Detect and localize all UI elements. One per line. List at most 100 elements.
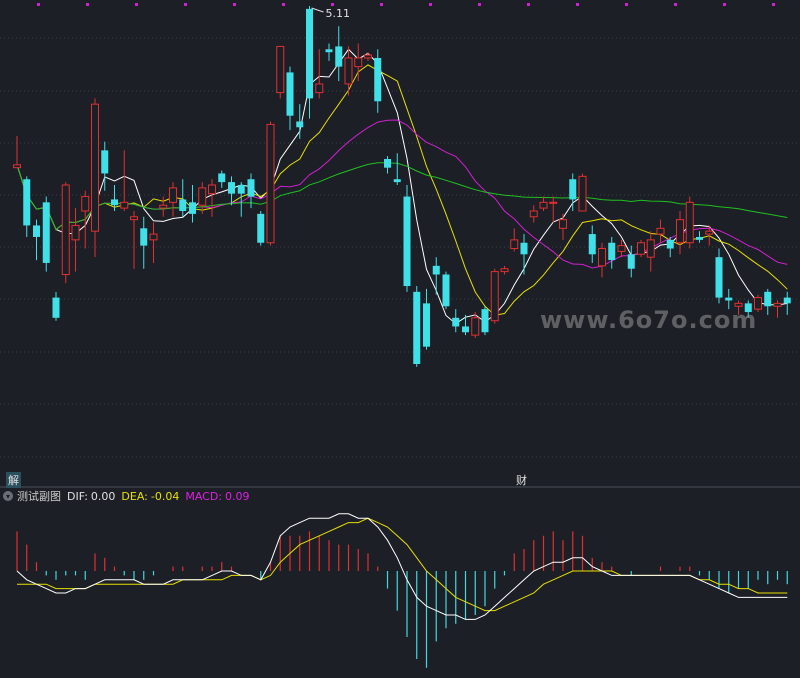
candle <box>783 291 791 315</box>
candle-body <box>364 54 372 59</box>
candlestick-chart: 5.11 <box>0 3 800 668</box>
candle-body <box>423 303 430 347</box>
candle <box>442 271 450 310</box>
candle-body <box>471 317 480 336</box>
candle <box>344 46 353 96</box>
top-marker-dot <box>625 3 628 6</box>
indicator-name: 测试副图 <box>17 490 61 503</box>
candle <box>120 150 129 211</box>
dif-value: 0.00 <box>90 489 116 503</box>
candle-body <box>462 326 469 333</box>
candle-body <box>559 219 567 229</box>
candle <box>637 239 645 258</box>
candle <box>159 196 168 217</box>
candle <box>237 182 245 217</box>
candle-body <box>617 245 626 252</box>
candle-body <box>656 227 665 235</box>
candle-body <box>481 309 489 333</box>
candle-body <box>140 228 148 246</box>
candle-body <box>71 224 80 241</box>
candle-body <box>325 49 333 53</box>
candle <box>42 196 50 272</box>
candle-body <box>452 317 460 327</box>
candle <box>549 196 558 223</box>
candle-body <box>393 179 401 183</box>
candle-body <box>33 225 40 237</box>
candle-body <box>257 213 265 243</box>
candle-body <box>344 57 353 85</box>
candle <box>286 66 294 131</box>
candle <box>354 43 363 82</box>
candle-body <box>490 271 499 322</box>
candle-body <box>149 233 158 241</box>
candle-body <box>266 123 275 244</box>
candle-body <box>578 175 587 212</box>
dea-label: DEA: <box>121 489 148 503</box>
candle-body <box>520 242 528 255</box>
candle-body <box>413 291 421 364</box>
candle <box>306 6 313 119</box>
candle-body <box>101 150 109 174</box>
candle <box>413 286 421 367</box>
candle <box>500 265 509 275</box>
candle-body <box>306 8 313 99</box>
candle <box>588 225 596 263</box>
top-marker-dot <box>429 3 432 6</box>
macd-value: 0.09 <box>225 489 250 503</box>
top-marker-dot <box>135 3 138 6</box>
candle <box>257 210 265 246</box>
candle-body <box>13 164 21 169</box>
candle-body <box>374 57 382 102</box>
candle <box>646 231 655 272</box>
candle-body <box>228 182 235 194</box>
candle <box>764 288 772 315</box>
candle-body <box>549 201 558 204</box>
candle <box>335 26 343 82</box>
candle <box>276 45 285 99</box>
candle <box>71 208 80 272</box>
chart-root: { "chart_data": [ { "type": "candlestick… <box>0 0 800 678</box>
candle-body <box>237 185 245 194</box>
candle <box>423 288 430 350</box>
candle-body <box>588 234 596 255</box>
candle-body <box>783 297 791 304</box>
candle <box>296 104 304 139</box>
candle <box>140 216 148 269</box>
candle-body <box>676 219 684 244</box>
candle-body <box>705 230 714 235</box>
candle <box>266 121 275 246</box>
candle-body <box>354 57 363 68</box>
collapse-toggle-icon[interactable]: ▾ <box>3 491 13 501</box>
top-marker-dot <box>723 3 726 6</box>
candle-body <box>189 202 196 214</box>
marker-cai[interactable]: 财 <box>516 472 527 488</box>
max-label-leader <box>311 7 324 13</box>
candle <box>218 170 226 188</box>
candle <box>578 173 587 212</box>
candle <box>481 306 489 336</box>
macd-label: MACD: <box>185 489 223 503</box>
candle-body <box>696 236 703 240</box>
candle <box>91 98 99 258</box>
marker-jie[interactable]: 解 <box>6 472 21 488</box>
max-price-label: 5.11 <box>326 7 351 20</box>
candle-body <box>715 257 723 298</box>
top-marker-dot <box>282 3 285 6</box>
candle-body <box>276 45 285 94</box>
candle <box>384 156 391 174</box>
candle <box>773 300 782 318</box>
candle <box>149 222 158 263</box>
candle <box>559 213 567 240</box>
candle <box>462 314 469 336</box>
candle <box>666 236 674 258</box>
top-marker-dot <box>86 3 89 6</box>
candle-body <box>286 72 294 116</box>
candle-body <box>442 274 450 307</box>
candle-body <box>315 83 324 94</box>
watermark: www.6o7o.com <box>540 306 758 334</box>
dea-value: -0.04 <box>150 489 180 503</box>
top-marker-dot <box>331 3 334 6</box>
candle <box>685 196 694 249</box>
candle <box>539 196 548 211</box>
candle-body <box>384 159 391 168</box>
